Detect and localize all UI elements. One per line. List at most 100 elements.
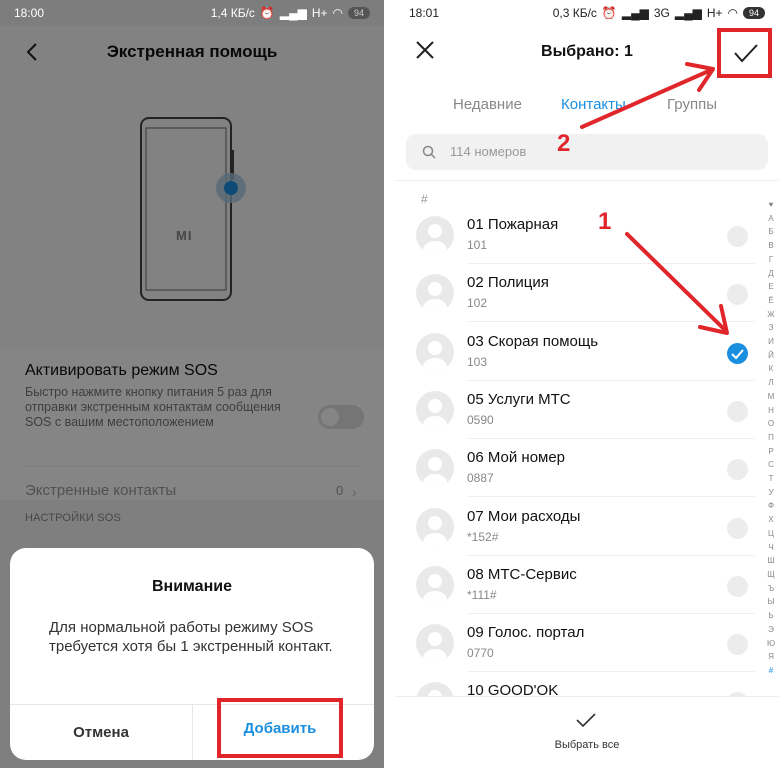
alphabet-letter[interactable]: Л <box>765 376 777 390</box>
alphabet-letter[interactable]: Ё <box>765 294 777 308</box>
contact-number: 0887 <box>467 471 494 486</box>
alphabet-letter[interactable]: П <box>765 431 777 445</box>
contact-row[interactable]: 05 Услуги МТС 0590 <box>395 381 755 439</box>
contact-number: 102 <box>467 296 488 311</box>
alphabet-letter[interactable]: Ц <box>765 527 777 541</box>
contact-name: 05 Услуги МТС <box>467 390 571 408</box>
tab-bar: Недавние Контакты Группы <box>395 96 779 120</box>
alphabet-letter[interactable]: Ы <box>765 595 777 609</box>
search-icon <box>422 145 436 159</box>
alphabet-letter[interactable]: Е <box>765 280 777 294</box>
contact-name: 08 МТС-Сервис <box>467 565 577 583</box>
alphabet-letter[interactable]: Э <box>765 623 777 637</box>
contact-number: 101 <box>467 238 488 252</box>
contact-name: 03 Скорая помощь <box>467 332 599 350</box>
avatar <box>416 624 454 663</box>
alphabet-letter[interactable]: З <box>765 321 777 335</box>
alphabet-letter[interactable]: Ж <box>765 308 777 322</box>
avatar <box>416 449 454 488</box>
contact-checkbox[interactable] <box>727 634 748 656</box>
contact-name: 07 Мои расходы <box>467 507 581 525</box>
alphabet-letter[interactable]: У <box>765 486 777 500</box>
avatar <box>416 507 454 546</box>
section-header: # <box>421 192 428 206</box>
search-placeholder: 114 номеров <box>450 144 527 159</box>
contact-number: 0590 <box>467 412 494 427</box>
contact-row[interactable]: 07 Мои расходы *152# <box>395 498 755 556</box>
alphabet-letter[interactable]: Я <box>765 650 777 664</box>
status-network: 3G <box>653 6 670 20</box>
tab-groups[interactable]: Группы <box>667 96 717 113</box>
contact-row[interactable]: 02 Полиция 102 <box>395 264 755 323</box>
alphabet-letter[interactable]: Б <box>765 225 777 239</box>
signal-icon: ▂▄▆ <box>621 6 649 20</box>
alphabet-letter[interactable]: Щ <box>765 568 777 582</box>
alphabet-letter[interactable]: Х <box>765 513 777 527</box>
annotation-step-2: 2 <box>557 130 571 157</box>
alphabet-letter[interactable]: К <box>765 362 777 376</box>
person-icon <box>423 224 447 254</box>
alphabet-letter[interactable]: Ш <box>765 554 777 568</box>
alphabet-letter[interactable]: Й <box>765 349 777 363</box>
alphabet-letter[interactable]: # <box>765 664 777 678</box>
signal-icon: ▂▄▆ <box>674 6 702 20</box>
dialog-title: Внимание <box>152 578 232 595</box>
search-input[interactable]: 114 номеров <box>406 134 768 170</box>
alphabet-letter[interactable]: ♥ <box>765 198 777 212</box>
alphabet-letter[interactable]: Г <box>765 253 777 267</box>
status-speed: 1,4 КБ/с <box>210 6 255 20</box>
alphabet-letter[interactable]: Р <box>765 445 777 459</box>
alphabet-letter[interactable]: Ъ <box>765 582 777 596</box>
contact-row[interactable]: 03 Скорая помощь 103 <box>395 323 755 381</box>
cancel-button[interactable]: Отмена <box>10 705 192 760</box>
alphabet-letter[interactable]: Ю <box>765 637 777 651</box>
alphabet-letter[interactable]: Ф <box>765 499 777 513</box>
contact-number: *111# <box>467 587 497 602</box>
alphabet-letter[interactable]: М <box>765 390 777 404</box>
contact-number: 0770 <box>467 646 494 661</box>
contact-checkbox[interactable] <box>727 400 748 422</box>
status-network-2: H+ <box>706 6 723 20</box>
contact-checkbox[interactable] <box>727 284 748 306</box>
contact-row[interactable]: 06 Мой номер 0887 <box>395 439 755 498</box>
alphabet-letter[interactable]: Т <box>765 472 777 486</box>
status-bar: 18:01 0,3 КБ/с ⏰ ▂▄▆ 3G ▂▄▆ H+ ◠ 94 <box>395 0 779 26</box>
alarm-icon: ⏰ <box>259 6 275 20</box>
alphabet-letter[interactable]: А <box>765 212 777 226</box>
person-icon <box>423 573 447 604</box>
wifi-icon: ◠ <box>727 6 738 20</box>
contact-row[interactable]: 09 Голос. портал 0770 <box>395 614 755 673</box>
contact-name: 02 Полиция <box>467 274 549 292</box>
person-icon <box>423 282 447 313</box>
alphabet-letter[interactable]: С <box>765 458 777 472</box>
contact-checkbox[interactable] <box>727 575 748 597</box>
contact-row[interactable]: 08 МТС-Сервис *111# <box>395 556 755 614</box>
alphabet-index[interactable]: ♥ А Б В Г Д Е Ё Ж З И Й К Л М Н О П Р С Т У Ф Х Ц Ч Ш Щ Ъ Ы Ь Э Ю Я # <box>765 198 777 678</box>
tab-contacts[interactable]: Контакты <box>561 96 626 113</box>
dialog-message: Для нормальной работы режиму SOS требует… <box>49 619 333 655</box>
alphabet-letter[interactable]: Н <box>765 404 777 418</box>
contact-checkbox[interactable] <box>727 342 748 364</box>
alphabet-letter[interactable]: Д <box>765 267 777 281</box>
alphabet-letter[interactable]: И <box>765 335 777 349</box>
battery-icon: 94 <box>743 7 765 19</box>
add-button[interactable]: Добавить <box>217 698 343 758</box>
status-time: 18:00 <box>14 6 45 20</box>
select-all-icon[interactable] <box>575 711 597 729</box>
alphabet-letter[interactable]: Ч <box>765 541 777 555</box>
contact-checkbox[interactable] <box>727 517 748 539</box>
select-all-button[interactable]: Выбрать все <box>395 739 779 751</box>
person-icon <box>423 632 447 663</box>
alphabet-letter[interactable]: Ь <box>765 609 777 623</box>
alphabet-letter[interactable]: В <box>765 239 777 253</box>
tab-recent[interactable]: Недавние <box>453 96 522 113</box>
wifi-icon: ◠ <box>332 6 343 20</box>
annotation-step-1: 1 <box>598 208 612 235</box>
alphabet-letter[interactable]: О <box>765 417 777 431</box>
battery-icon: 94 <box>348 7 370 19</box>
contact-row[interactable]: 01 Пожарная 101 <box>395 206 755 264</box>
contact-checkbox[interactable] <box>727 459 748 481</box>
person-icon <box>423 457 447 488</box>
confirm-button[interactable] <box>717 28 772 78</box>
contact-checkbox[interactable] <box>727 226 748 247</box>
